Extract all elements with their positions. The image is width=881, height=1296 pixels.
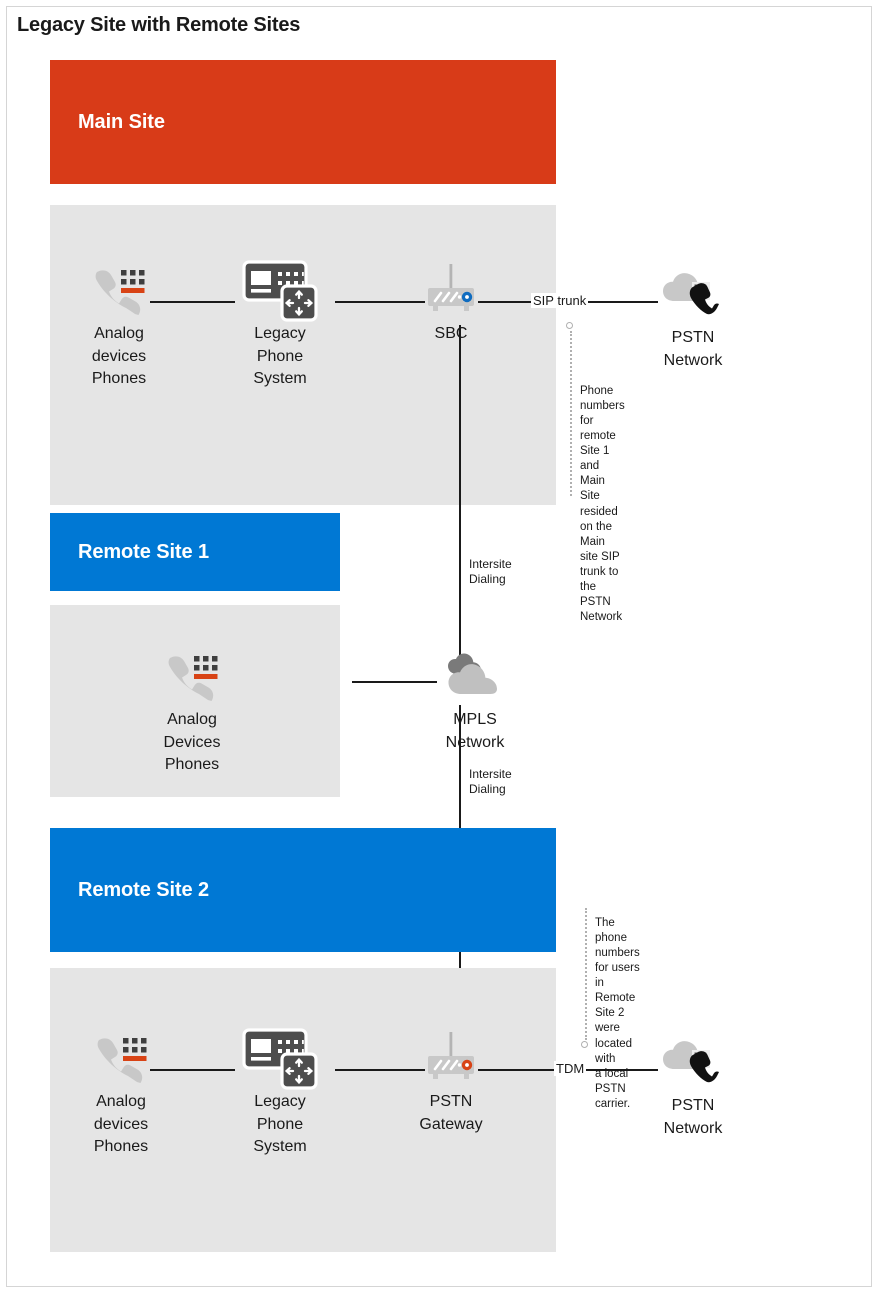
node-label: PSTN Gateway bbox=[419, 1093, 483, 1133]
link-label-tdm: TDM bbox=[554, 1061, 587, 1076]
analog-phone-icon bbox=[127, 648, 257, 706]
page-title: Legacy Site with Remote Sites bbox=[17, 14, 301, 36]
node-label: Analog devices Phones bbox=[93, 1093, 149, 1156]
pstn-cloud-phone-icon bbox=[628, 266, 758, 324]
callout-knob-icon bbox=[581, 1041, 588, 1048]
node-main-legacy-phone-system[interactable]: Legacy Phone System bbox=[215, 260, 345, 391]
legacy-phone-system-icon bbox=[215, 260, 345, 322]
callout-connector bbox=[585, 908, 587, 1040]
site-header-main-site: Main Site bbox=[50, 60, 556, 184]
node-pstn-gateway[interactable]: PSTN Gateway bbox=[386, 1030, 516, 1136]
sbc-router-icon bbox=[386, 262, 516, 320]
mpls-cloud-icon bbox=[410, 648, 540, 706]
diagram-canvas: Legacy Site with Remote Sites Main Site … bbox=[0, 0, 881, 1296]
node-label: MPLS Network bbox=[445, 711, 505, 751]
pstn-cloud-phone-icon bbox=[628, 1034, 758, 1092]
callout-connector bbox=[570, 331, 572, 496]
node-label: Legacy Phone System bbox=[253, 1093, 307, 1156]
link-label-sip-trunk: SIP trunk bbox=[531, 293, 589, 308]
node-label: Legacy Phone System bbox=[253, 325, 307, 388]
legacy-phone-system-icon bbox=[215, 1028, 345, 1090]
node-label: SBC bbox=[434, 325, 468, 342]
node-label: PSTN Network bbox=[663, 329, 723, 369]
node-sbc[interactable]: SBC bbox=[386, 262, 516, 346]
link-sbc-to-mpls bbox=[459, 325, 461, 655]
edge-note-intersite-dialing-lower: Intersite Dialing bbox=[469, 767, 512, 796]
node-rs1-analog-phones[interactable]: Analog Devices Phones bbox=[127, 648, 257, 777]
pstn-gateway-router-icon bbox=[386, 1030, 516, 1088]
site-header-label: Main Site bbox=[78, 110, 165, 133]
site-header-remote-site-2: Remote Site 2 bbox=[50, 828, 556, 952]
node-rs2-legacy-phone-system[interactable]: Legacy Phone System bbox=[215, 1028, 345, 1159]
node-pstn-network-bottom[interactable]: PSTN Network bbox=[628, 1034, 758, 1140]
site-header-label: Remote Site 1 bbox=[78, 540, 209, 563]
node-label: PSTN Network bbox=[663, 1097, 723, 1137]
callout-text: Phone numbers for remote Site 1 and Main… bbox=[580, 385, 625, 623]
site-header-label: Remote Site 2 bbox=[78, 878, 209, 901]
node-mpls-network[interactable]: MPLS Network bbox=[410, 648, 540, 754]
callout-knob-icon bbox=[566, 322, 573, 329]
site-header-remote-site-1: Remote Site 1 bbox=[50, 513, 340, 591]
edge-note-intersite-dialing-upper: Intersite Dialing bbox=[469, 557, 512, 586]
node-label: Analog Devices Phones bbox=[163, 711, 221, 774]
node-label: Analog devices Phones bbox=[91, 325, 147, 388]
node-main-analog-phones[interactable]: Analog devices Phones bbox=[54, 262, 184, 391]
analog-phone-icon bbox=[54, 262, 184, 320]
node-rs2-analog-phones[interactable]: Analog devices Phones bbox=[56, 1030, 186, 1159]
node-pstn-network-top[interactable]: PSTN Network bbox=[628, 266, 758, 372]
analog-phone-icon bbox=[56, 1030, 186, 1088]
